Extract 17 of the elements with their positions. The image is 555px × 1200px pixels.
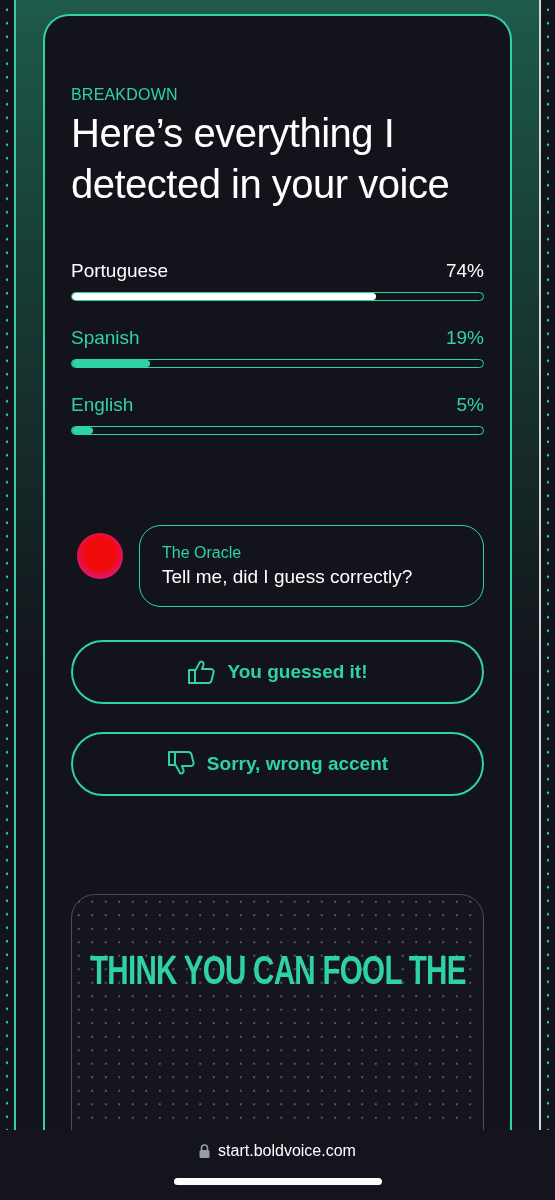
url-field[interactable]: start.boldvoice.com <box>199 1142 356 1160</box>
language-percent: 74% <box>445 260 484 282</box>
wrong-button[interactable]: Sorry, wrong accent <box>71 732 484 796</box>
thumbs-up-icon <box>187 659 218 685</box>
language-percent: 19% <box>445 327 484 349</box>
sender-name: The Oracle <box>162 544 243 562</box>
promo-heading: THINK YOU CAN FOOL THE <box>89 947 466 993</box>
section-label: BREAKDOWN <box>71 86 179 104</box>
language-name: Spanish <box>71 327 140 349</box>
language-percent: 5% <box>456 394 484 416</box>
language-name: English <box>71 394 134 416</box>
headline: Here’s everything I detected in your voice <box>71 110 451 208</box>
avatar <box>77 533 123 579</box>
language-name: Portuguese <box>71 260 169 282</box>
correct-button[interactable]: You guessed it! <box>71 640 484 704</box>
chat-message: Tell me, did I guess correctly? <box>162 566 414 588</box>
lock-icon <box>199 1144 211 1158</box>
